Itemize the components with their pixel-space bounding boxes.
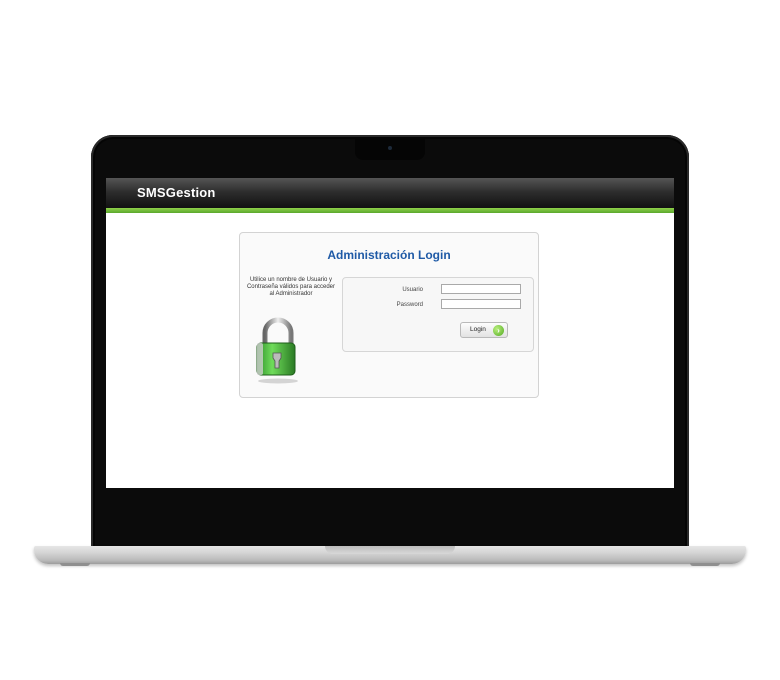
laptop-screen: SMSGestion Administración Login Utilice … [106, 178, 674, 488]
password-field[interactable] [441, 299, 521, 309]
laptop-opening-lip [325, 546, 455, 554]
username-field[interactable] [441, 284, 521, 294]
username-label: Usuario [402, 287, 423, 293]
webcam-icon [388, 146, 392, 150]
arrow-right-icon: › [493, 324, 504, 336]
login-title: Administración Login [327, 248, 451, 262]
header-accent-bar [106, 208, 674, 213]
password-label: Password [396, 302, 423, 308]
app-header: SMSGestion [106, 178, 674, 208]
login-help-text: Utilice un nombre de Usuario y Contraseñ… [246, 277, 336, 297]
login-box: Administración Login Utilice un nombre d… [239, 232, 539, 398]
login-form: Usuario Password Login › [342, 277, 534, 352]
padlock-icon [256, 317, 298, 384]
login-button-label: Login [470, 326, 486, 333]
laptop-foot-right [690, 563, 720, 566]
laptop-foot-left [60, 563, 90, 566]
login-button[interactable]: Login › [460, 322, 508, 338]
app-title: SMSGestion [137, 185, 216, 200]
